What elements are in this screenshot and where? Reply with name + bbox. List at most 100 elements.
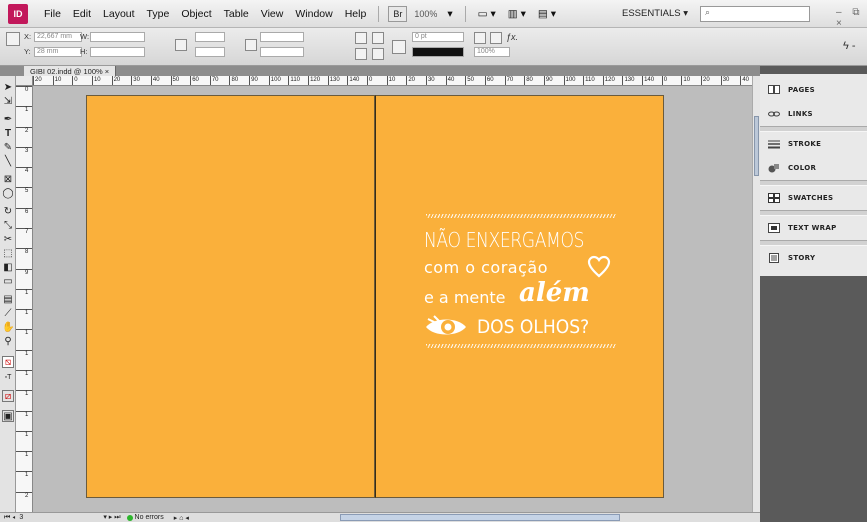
panel-story[interactable]: STORY [760, 246, 867, 270]
ellipse-tool-icon[interactable]: ◯ [2, 188, 14, 200]
fill-stroke-icon[interactable]: ⧅ [2, 356, 14, 368]
gradient-feather-tool-icon[interactable]: ▭ [2, 276, 14, 288]
menu-window[interactable]: Window [289, 8, 338, 20]
gradient-swatch-tool-icon[interactable]: ◧ [2, 262, 14, 274]
quote-line-4: DOS OLHOS? [477, 316, 590, 338]
menu-layout[interactable]: Layout [97, 8, 141, 20]
zoom-dropdown-icon[interactable]: ▾ [441, 8, 458, 20]
rotate-field[interactable] [260, 31, 304, 42]
panel-pages[interactable]: PAGES [760, 78, 867, 102]
vertical-ruler[interactable]: 012345678911111111112 [16, 86, 33, 512]
menu-table[interactable]: Table [218, 8, 255, 20]
quote-artwork[interactable]: NÃO ENXERGAMOS com o coração e a mente a… [424, 208, 624, 358]
p-icon[interactable] [392, 40, 406, 54]
zoom-tool-icon[interactable]: ⚲ [2, 336, 14, 348]
view-options-icon[interactable]: ▥ ▾ [502, 8, 532, 20]
w-input[interactable] [90, 31, 145, 42]
document-tab[interactable]: GIBI 02.indd @ 100% × [24, 66, 117, 76]
opacity-field[interactable]: 100% [474, 46, 510, 57]
h-input[interactable] [90, 46, 145, 57]
screen-mode-icon[interactable]: ▭ ▾ [472, 8, 502, 20]
workspace-switcher[interactable]: ESSENTIALS ▾ [622, 8, 688, 19]
lightning-icon[interactable]: ϟ - [843, 40, 856, 52]
opacity-input[interactable]: 100% [474, 46, 510, 57]
stroke-weight-input[interactable]: 0 pt [412, 31, 464, 42]
flip-vertical-icon[interactable] [372, 48, 384, 60]
indesign-window: ID File Edit Layout Type Object Table Vi… [0, 0, 867, 522]
shear-input[interactable] [260, 46, 304, 57]
horizontal-scroll-thumb[interactable] [340, 514, 620, 521]
ruler-tick-label: 3 [16, 146, 32, 167]
x-input[interactable]: 22,667 mm [34, 31, 82, 42]
search-input[interactable]: ⌕ [700, 6, 810, 22]
page-left[interactable] [86, 95, 375, 498]
menu-view[interactable]: View [255, 8, 290, 20]
page-number[interactable]: 3 [19, 514, 23, 521]
direct-selection-tool-icon[interactable]: ⇲ [2, 96, 14, 108]
fx-icon[interactable]: ƒx. [506, 31, 518, 42]
rotate-tool-icon[interactable]: ↻ [2, 206, 14, 218]
rotate-ccw-icon[interactable] [355, 32, 367, 44]
preflight-menu-icon[interactable]: ▸ ⌂ ◂ [174, 514, 189, 522]
menu-type[interactable]: Type [141, 8, 176, 20]
panel-links[interactable]: LINKS [760, 102, 867, 126]
pen-tool-icon[interactable]: ✒ [2, 114, 14, 126]
shear-field[interactable] [260, 46, 304, 57]
hand-tool-icon[interactable]: ✋ [2, 322, 14, 334]
constrain-proportions-icon[interactable] [175, 39, 187, 51]
height-field[interactable]: H: [80, 46, 145, 57]
arrange-docs-icon[interactable]: ▤ ▾ [532, 8, 562, 20]
panel-stroke[interactable]: STROKE [760, 132, 867, 156]
vertical-scrollbar[interactable] [752, 76, 760, 512]
stroke-weight-field[interactable]: 0 pt [412, 31, 464, 42]
width-field[interactable]: W: [80, 31, 145, 42]
scale-x-field[interactable] [195, 31, 225, 42]
stroke-type-field[interactable] [412, 46, 464, 57]
panel-swatches[interactable]: SWATCHES [760, 186, 867, 210]
rotate-cw-icon[interactable] [372, 32, 384, 44]
scale-y-input[interactable] [195, 46, 225, 57]
stroke-icon[interactable] [490, 32, 502, 44]
type-tool-icon[interactable]: T [2, 128, 14, 140]
panel-color[interactable]: COLOR [760, 156, 867, 180]
vertical-scroll-thumb[interactable] [754, 116, 759, 176]
apply-none-icon[interactable]: ⧄ [2, 390, 14, 402]
constrain-scale-icon[interactable] [245, 39, 257, 51]
horizontal-ruler[interactable]: 20 10 0 10 20 30 40 50 60 70 80 90 100 110 120 130 140 0 1… [33, 76, 760, 86]
scale-x-input[interactable] [195, 31, 225, 42]
menu-edit[interactable]: Edit [67, 8, 97, 20]
selection-tool-icon[interactable]: ➤ [2, 82, 14, 94]
window-controls[interactable]: – ⧉ × [836, 7, 867, 29]
preflight-errors[interactable]: No errors [135, 514, 164, 521]
fill-icon[interactable] [474, 32, 486, 44]
scale-y-field[interactable] [195, 46, 225, 57]
ruler-origin[interactable] [16, 76, 33, 86]
formatting-affects-icon[interactable]: ▫T [2, 372, 14, 384]
zoom-level[interactable]: 100% [414, 9, 437, 19]
screen-mode-icon[interactable]: ▣ [2, 410, 14, 422]
pencil-tool-icon[interactable]: ✎ [2, 142, 14, 154]
scale-tool-icon[interactable]: ⤡ [2, 220, 14, 232]
first-page-icon[interactable]: ⏮ ◂ [4, 514, 15, 522]
menu-object[interactable]: Object [175, 8, 217, 20]
rotate-input[interactable] [260, 31, 304, 42]
flip-horizontal-icon[interactable] [355, 48, 367, 60]
y-position-field[interactable]: Y: 28 mm [24, 46, 82, 57]
bridge-button[interactable]: Br [388, 5, 408, 22]
page-nav-icons[interactable]: ▾ ▸ ⏭ [103, 513, 120, 522]
line-tool-icon[interactable]: ╲ [2, 156, 14, 168]
scissors-tool-icon[interactable]: ✂ [2, 234, 14, 246]
panel-text-wrap[interactable]: TEXT WRAP [760, 216, 867, 240]
free-transform-tool-icon[interactable]: ⬚ [2, 248, 14, 260]
menu-help[interactable]: Help [339, 8, 373, 20]
ruler-tick-label: 10 [386, 76, 395, 85]
eyedropper-tool-icon[interactable]: ⟋ [2, 308, 14, 320]
ruler-tick-label: 130 [622, 76, 634, 85]
stroke-type-swatch[interactable] [412, 46, 464, 57]
note-tool-icon[interactable]: ▤ [2, 294, 14, 306]
reference-point-icon[interactable] [6, 32, 20, 46]
x-position-field[interactable]: X: 22,667 mm [24, 31, 82, 42]
menu-file[interactable]: File [38, 8, 67, 20]
rectangle-frame-tool-icon[interactable]: ⊠ [2, 174, 14, 186]
y-input[interactable]: 28 mm [34, 46, 82, 57]
